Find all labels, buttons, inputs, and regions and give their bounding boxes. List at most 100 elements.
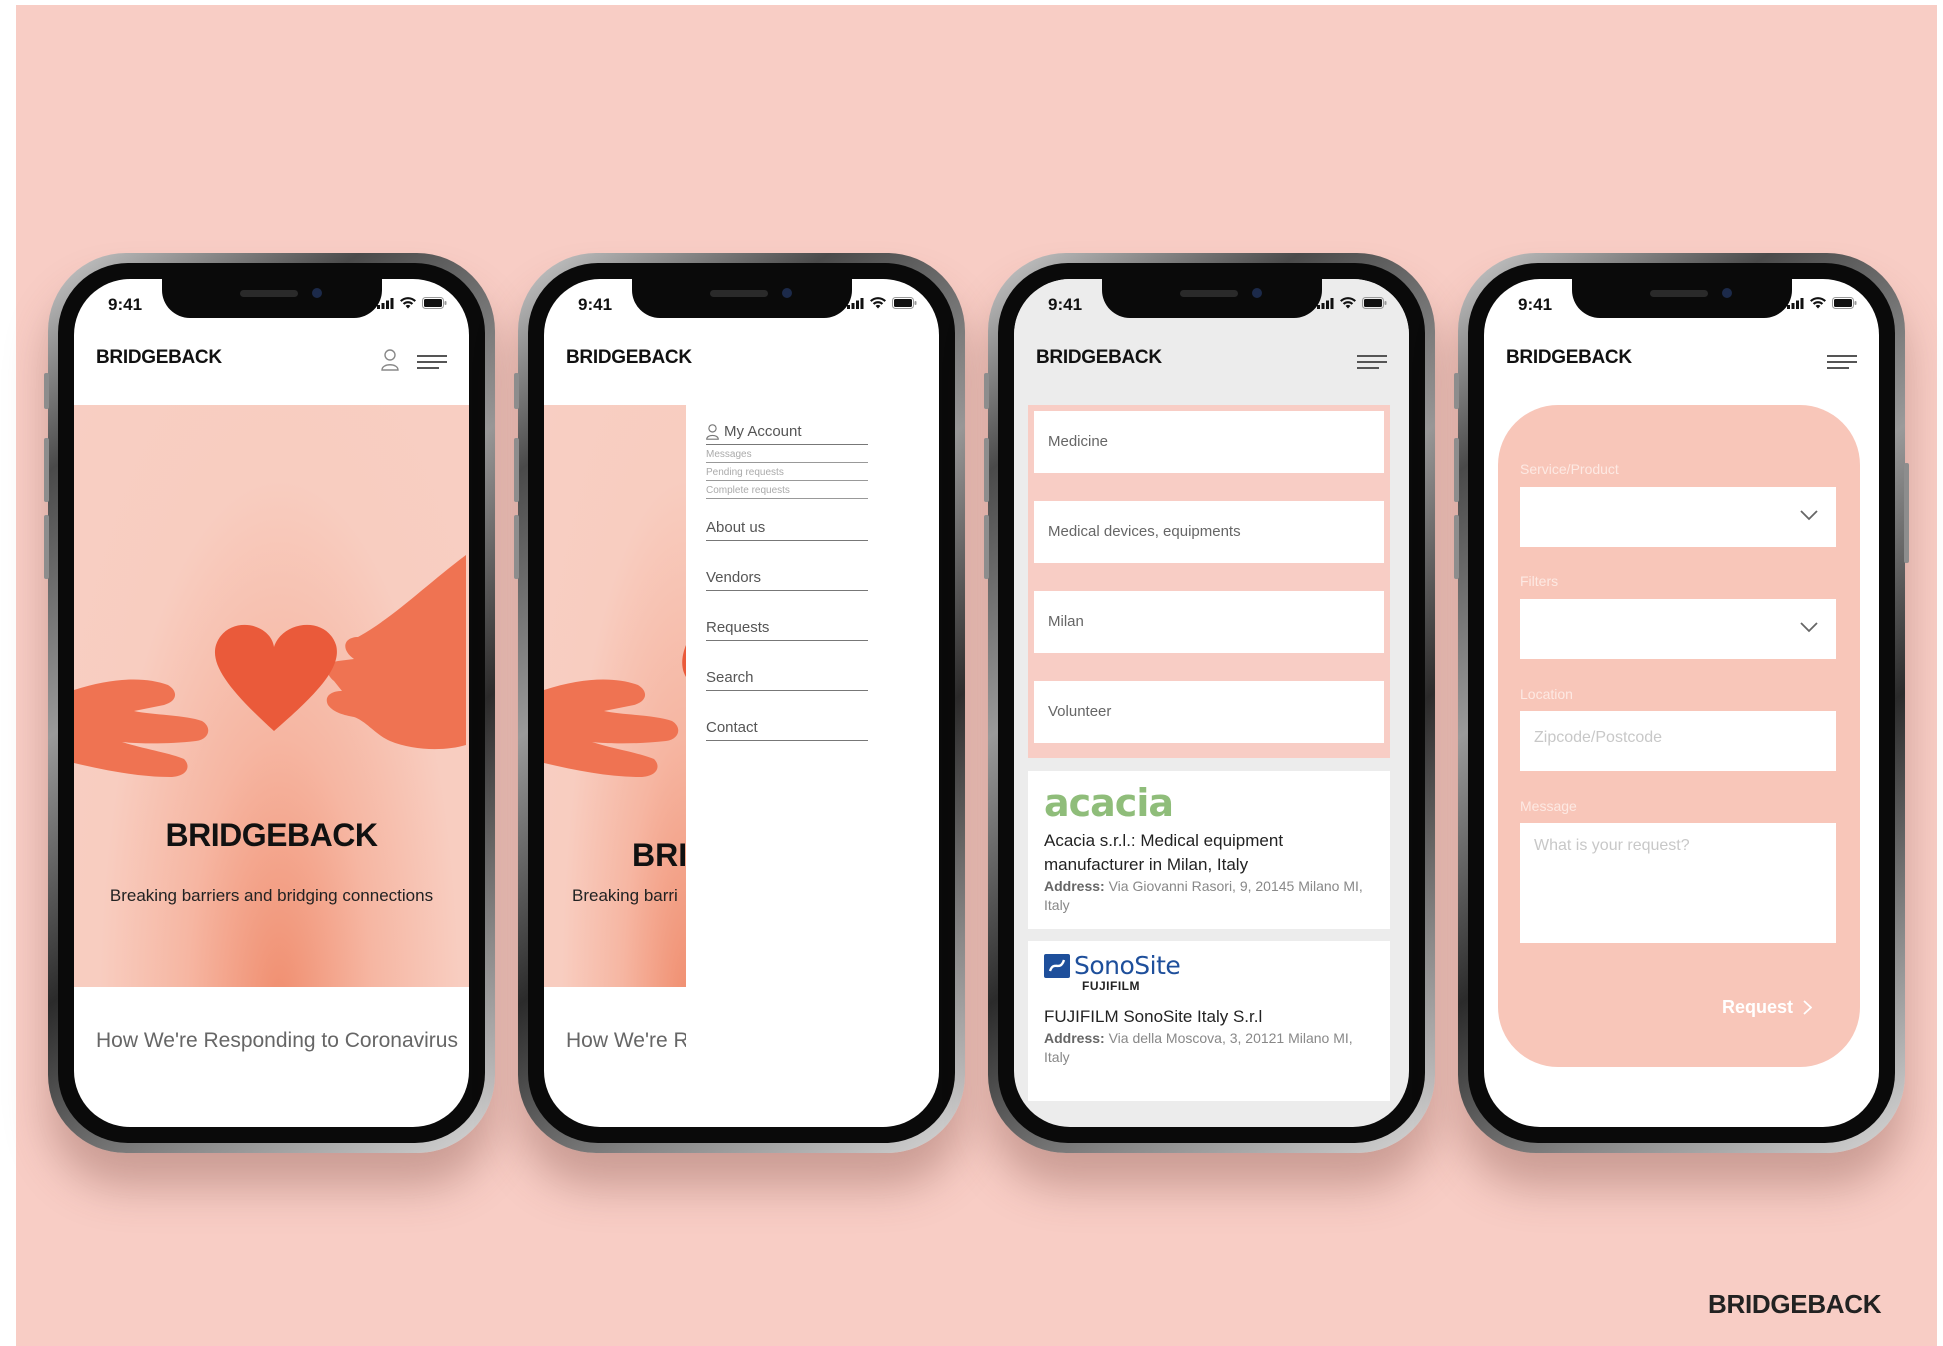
hamburger-menu-icon[interactable] xyxy=(1357,355,1387,371)
status-time: 9:41 xyxy=(1048,295,1083,314)
menu-item-contact[interactable]: Contact xyxy=(706,719,868,741)
phone-menu: 9:41 BRIDGEBACK BRI Breaking barri My Ac… xyxy=(514,253,965,1153)
service-label: Service/Product xyxy=(1520,461,1619,477)
volume-up-button xyxy=(44,438,49,502)
screen-results: 9:41 BRIDGEBACK Medicine Medical devices… xyxy=(1014,279,1409,1127)
notch xyxy=(161,279,382,318)
hands-illustration xyxy=(544,645,686,777)
filters-select[interactable] xyxy=(1520,599,1836,659)
request-form: Service/Product Filters Location Zipcode… xyxy=(1498,405,1860,1067)
location-placeholder: Zipcode/Postcode xyxy=(1534,729,1663,746)
volume-down-button xyxy=(514,515,519,579)
volume-up-button xyxy=(1454,438,1459,502)
filter-type[interactable]: Volunteer xyxy=(1034,681,1384,743)
filters-label: Filters xyxy=(1520,573,1559,589)
result-card[interactable]: SonoSite FUJIFILM FUJIFILM SonoSite Ital… xyxy=(1028,941,1390,1101)
message-label: Message xyxy=(1520,798,1577,814)
coronavirus-response-link[interactable]: How We're Responding to Coronavirus xyxy=(96,1029,458,1053)
menu-item-label: My Account xyxy=(724,423,802,440)
menu-subitem-messages[interactable]: Messages xyxy=(706,449,868,463)
screen-request: 9:41 BRIDGEBACK Service/Product Filters … xyxy=(1484,279,1879,1127)
battery-icon xyxy=(1362,297,1387,309)
corner-brand-logo: BRIDGEBACK xyxy=(1708,1289,1882,1319)
message-placeholder: What is your request? xyxy=(1534,837,1690,854)
hero-title-partial: BRI xyxy=(632,837,686,873)
result-address: Address: Via della Moscova, 3, 20121 Mil… xyxy=(1044,1029,1374,1067)
chevron-down-icon xyxy=(1800,622,1818,633)
volume-up-button xyxy=(514,438,519,502)
wifi-icon xyxy=(400,297,416,309)
brand-logo[interactable]: BRIDGEBACK xyxy=(96,347,222,369)
chevron-right-icon xyxy=(1803,1000,1812,1015)
menu-item-requests[interactable]: Requests xyxy=(706,619,868,641)
status-icons xyxy=(377,297,447,309)
location-input[interactable]: Zipcode/Postcode xyxy=(1520,711,1836,771)
power-button xyxy=(1904,463,1909,563)
silent-switch xyxy=(1454,373,1459,409)
volume-down-button xyxy=(44,515,49,579)
battery-icon xyxy=(1832,297,1857,309)
screen-menu: 9:41 BRIDGEBACK BRI Breaking barri My Ac… xyxy=(544,279,939,1127)
wifi-icon xyxy=(1340,297,1356,309)
user-icon[interactable] xyxy=(381,349,399,371)
hamburger-menu-icon[interactable] xyxy=(417,355,447,371)
phone-home: 9:41 BRIDGEBACK BRIDGEBACK Breaking barr… xyxy=(44,253,495,1153)
menu-item-about-us[interactable]: About us xyxy=(706,519,868,541)
menu-item-my-account[interactable]: My Account xyxy=(706,423,868,445)
request-button[interactable]: Request xyxy=(1722,997,1812,1018)
navigation-drawer: My Account Messages Pending requests Com… xyxy=(686,405,936,1045)
status-icons xyxy=(1787,297,1857,309)
status-time: 9:41 xyxy=(578,295,613,314)
hero-subtitle: Breaking barriers and bridging connectio… xyxy=(109,886,434,905)
result-title: FUJIFILM SonoSite Italy S.r.l xyxy=(1044,1007,1263,1026)
wifi-icon xyxy=(870,297,886,309)
hamburger-menu-icon[interactable] xyxy=(1827,355,1857,371)
menu-subitem-pending-requests[interactable]: Pending requests xyxy=(706,467,868,481)
filter-subcategory[interactable]: Medical devices, equipments xyxy=(1034,501,1384,563)
phone-request: 9:41 BRIDGEBACK Service/Product Filters … xyxy=(1454,253,1909,1153)
notch xyxy=(1571,279,1792,318)
battery-icon xyxy=(892,297,917,309)
hero-banner-partial: BRI Breaking barri xyxy=(544,405,686,987)
filter-panel: Medicine Medical devices, equipments Mil… xyxy=(1028,405,1390,758)
sonosite-logo: SonoSite xyxy=(1044,953,1374,979)
sonosite-wordmark: SonoSite xyxy=(1074,951,1181,980)
status-time: 9:41 xyxy=(1518,295,1553,314)
brand-logo[interactable]: BRIDGEBACK xyxy=(1036,347,1162,369)
coronavirus-response-link-partial[interactable]: How We're R xyxy=(566,1029,686,1053)
sonosite-mark-icon xyxy=(1044,954,1070,978)
notch xyxy=(631,279,852,318)
status-icons xyxy=(847,297,917,309)
service-select[interactable] xyxy=(1520,487,1836,547)
wifi-icon xyxy=(1810,297,1826,309)
result-address: Address: Via Giovanni Rasori, 9, 20145 M… xyxy=(1044,877,1374,915)
result-title: Acacia s.r.l.: Medical equipment manufac… xyxy=(1044,831,1284,874)
phone-results: 9:41 BRIDGEBACK Medicine Medical devices… xyxy=(984,253,1435,1153)
result-card[interactable]: acacia Acacia s.r.l.: Medical equipment … xyxy=(1028,771,1390,929)
volume-up-button xyxy=(984,438,989,502)
hero-title: BRIDGEBACK xyxy=(165,817,378,853)
acacia-logo: acacia xyxy=(1044,781,1174,825)
brand-logo[interactable]: BRIDGEBACK xyxy=(1506,347,1632,369)
address-label: Address: xyxy=(1044,1030,1105,1046)
filter-location[interactable]: Milan xyxy=(1034,591,1384,653)
status-time: 9:41 xyxy=(108,295,143,314)
hands-heart-illustration xyxy=(74,555,466,777)
volume-down-button xyxy=(984,515,989,579)
silent-switch xyxy=(514,373,519,409)
user-icon xyxy=(706,423,719,440)
battery-icon xyxy=(422,297,447,309)
screen-home: 9:41 BRIDGEBACK BRIDGEBACK Breaking barr… xyxy=(74,279,469,1127)
message-textarea[interactable]: What is your request? xyxy=(1520,823,1836,943)
silent-switch xyxy=(44,373,49,409)
filter-category[interactable]: Medicine xyxy=(1034,411,1384,473)
menu-item-search[interactable]: Search xyxy=(706,669,868,691)
volume-down-button xyxy=(1454,515,1459,579)
location-label: Location xyxy=(1520,686,1573,702)
address-label: Address: xyxy=(1044,878,1105,894)
status-icons xyxy=(1317,297,1387,309)
brand-logo[interactable]: BRIDGEBACK xyxy=(566,347,692,369)
menu-subitem-complete-requests[interactable]: Complete requests xyxy=(706,485,868,499)
menu-item-vendors[interactable]: Vendors xyxy=(706,569,868,591)
silent-switch xyxy=(984,373,989,409)
